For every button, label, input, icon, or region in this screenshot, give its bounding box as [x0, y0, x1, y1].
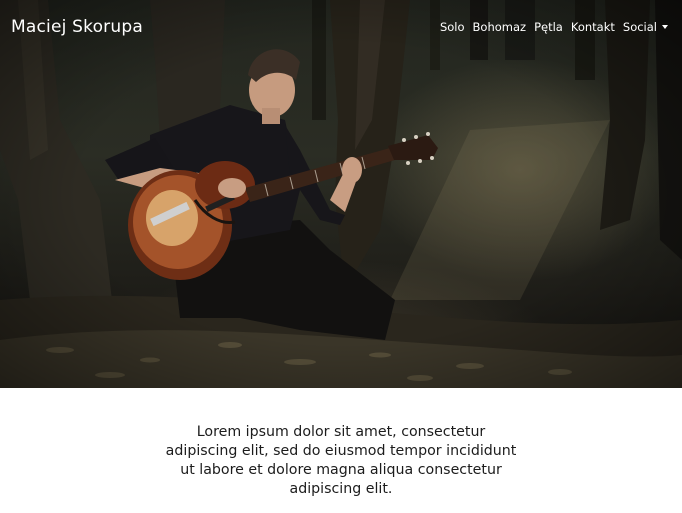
brand-link[interactable]: Maciej Skorupa — [11, 17, 143, 37]
nav-item-bohomaz[interactable]: Bohomaz — [469, 20, 531, 34]
nav-item-petla[interactable]: Pętla — [530, 20, 567, 34]
hero-photo-illustration — [0, 0, 682, 388]
nav-item-social-label: Social — [622, 20, 657, 34]
caret-down-icon — [662, 25, 668, 29]
navbar: Maciej Skorupa Solo Bohomaz Pętla Kontak… — [0, 0, 682, 56]
nav-item-social-dropdown[interactable]: Social — [619, 20, 672, 34]
intro-section: Lorem ipsum dolor sit amet, consectetur … — [0, 388, 682, 513]
nav-menu: Solo Bohomaz Pętla Kontakt Social — [436, 20, 672, 34]
nav-item-solo[interactable]: Solo — [436, 20, 469, 34]
nav-item-kontakt[interactable]: Kontakt — [567, 20, 619, 34]
hero-image: Maciej Skorupa Solo Bohomaz Pętla Kontak… — [0, 0, 682, 388]
lead-paragraph: Lorem ipsum dolor sit amet, consectetur … — [165, 424, 517, 497]
